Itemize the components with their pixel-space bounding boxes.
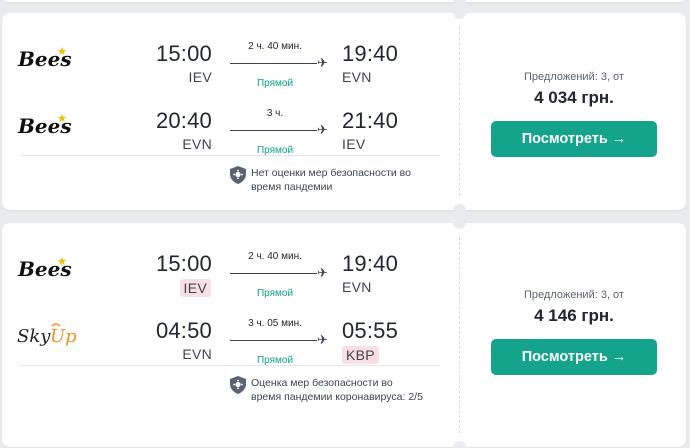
row-separator: [20, 365, 440, 366]
route-line: [230, 273, 317, 274]
plane-icon: ✈: [317, 265, 328, 280]
stops-label: Прямой: [256, 78, 294, 89]
offers-count: Предложений: 3, от: [524, 289, 624, 301]
offers-count: Предложений: 3, от: [524, 71, 624, 83]
arrival-airport: EVN: [342, 279, 372, 295]
stops-label: Прямой: [256, 288, 294, 299]
flight-duration: 3 ч.: [266, 108, 284, 119]
arrival-time: 21:40: [342, 108, 399, 133]
departure-time: 20:40: [155, 108, 212, 133]
departure-time: 15:00: [155, 41, 212, 66]
flight-leg-return: Bees 20:40 EVN 3 ч. ✈ Прямой 21:40 IEV: [2, 92, 452, 156]
departure-airport: IEV: [188, 69, 212, 85]
shield-virus-icon: [230, 166, 246, 184]
flight-result-card[interactable]: Bees 15:00 IEV 2 ч. 40 мин. ✈ Прямой 19:…: [2, 216, 686, 448]
bees-logo: Bees: [16, 45, 80, 71]
price: 4 146 грн.: [534, 306, 614, 325]
flight-duration: 3 ч. 05 мин.: [248, 318, 302, 329]
arrival-time: 19:40: [342, 41, 399, 66]
plane-icon: ✈: [317, 332, 328, 347]
bees-logo: Bees: [16, 112, 80, 138]
svg-text:Sky: Sky: [17, 326, 51, 347]
covid-safety-rating[interactable]: Нет оценки мер безопасности во время пан…: [230, 166, 441, 194]
shield-virus-icon: [230, 376, 246, 394]
previous-result-card: [2, 0, 686, 9]
departure-airport-changed: IEV: [179, 279, 211, 297]
safety-text: Оценка мер безопасности во время пандеми…: [251, 377, 423, 403]
view-offer-button[interactable]: Посмотреть →: [491, 339, 657, 375]
flight-leg-outbound: Bees 15:00 IEV 2 ч. 40 мин. ✈ Прямой 19:…: [2, 235, 452, 299]
flight-duration: 2 ч. 40 мин.: [248, 41, 302, 52]
price: 4 034 грн.: [534, 88, 614, 107]
departure-time: 15:00: [155, 251, 212, 276]
departure-time: 04:50: [155, 318, 212, 343]
svg-text:Up: Up: [50, 326, 77, 347]
route-line: [230, 340, 317, 341]
card-notch: [453, 6, 466, 19]
card-divider: [459, 27, 460, 196]
plane-icon: ✈: [317, 122, 328, 137]
card-notch: [453, 216, 466, 229]
row-separator: [20, 155, 440, 156]
price-section: Предложений: 3, от 4 034 грн. Посмотреть…: [462, 71, 686, 157]
view-offer-button[interactable]: Посмотреть →: [491, 121, 657, 157]
route-line: [230, 63, 317, 64]
arrival-airport: IEV: [342, 136, 366, 152]
departure-airport: EVN: [182, 346, 212, 362]
price-section: Предложений: 3, от 4 146 грн. Посмотреть…: [462, 289, 686, 375]
bees-logo: Bees: [16, 255, 80, 281]
card-divider: [459, 237, 460, 433]
arrival-time: 19:40: [342, 251, 399, 276]
arrival-time: 05:55: [342, 318, 399, 343]
plane-icon: ✈: [317, 55, 328, 70]
flight-leg-return: Sky Up 04:50 EVN 3 ч. 05 мин. ✈ Прямой 0…: [2, 302, 452, 366]
safety-text: Нет оценки мер безопасности во время пан…: [251, 167, 411, 193]
arrival-airport: EVN: [342, 69, 372, 85]
covid-safety-rating[interactable]: Оценка мер безопасности во время пандеми…: [230, 376, 423, 404]
departure-airport: EVN: [182, 136, 212, 152]
card-notch: [453, 441, 466, 448]
route-line: [230, 130, 317, 131]
flight-leg-outbound: Bees 15:00 IEV 2 ч. 40 мин. ✈ Прямой 19:…: [2, 25, 452, 89]
flight-result-card[interactable]: Bees 15:00 IEV 2 ч. 40 мин. ✈ Прямой 19:…: [2, 6, 686, 217]
flight-duration: 2 ч. 40 мин.: [248, 251, 302, 262]
skyup-logo: Sky Up: [16, 322, 80, 348]
arrival-airport-changed: KBP: [342, 346, 379, 364]
